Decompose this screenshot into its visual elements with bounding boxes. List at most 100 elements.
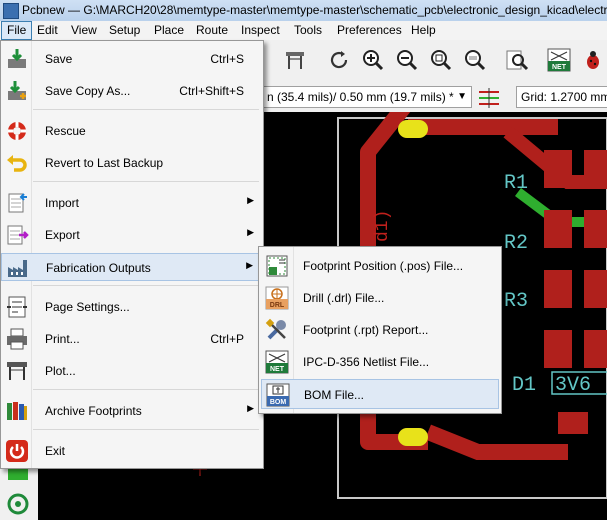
undo-arrow-icon	[5, 151, 29, 175]
menu-inspect[interactable]: Inspect	[236, 22, 285, 39]
menu-place[interactable]: Place	[149, 22, 189, 39]
printer-icon	[5, 327, 29, 351]
power-icon	[5, 439, 29, 463]
archive-books-icon	[5, 399, 29, 423]
ref-r2: R2	[504, 232, 528, 255]
menu-bar: File Edit View Setup Place Route Inspect…	[0, 21, 607, 41]
submenu-item-report[interactable]: Footprint (.rpt) Report...	[261, 315, 499, 345]
menu-item-label: Revert to Last Backup	[45, 156, 164, 170]
submenu-item-label: IPC-D-356 Netlist File...	[303, 355, 430, 369]
zoom-fit-icon[interactable]	[428, 47, 454, 73]
menu-edit[interactable]: Edit	[32, 22, 63, 39]
menu-item-shortcut: Ctrl+P	[210, 332, 244, 346]
menu-item-label: Rescue	[45, 124, 86, 138]
net-label: NET	[552, 64, 567, 71]
grid-value: Grid: 1.2700 mm	[521, 90, 607, 104]
menu-route[interactable]: Route	[191, 22, 233, 39]
menu-preferences[interactable]: Preferences	[332, 22, 407, 39]
submenu-item-label: Drill (.drl) File...	[303, 291, 385, 305]
track-width-value: n (35.4 mils)/ 0.50 mm (19.7 mils) *	[267, 90, 454, 104]
redraw-icon[interactable]	[326, 47, 352, 73]
menu-item-label: Save Copy As...	[45, 84, 131, 98]
netlist-icon[interactable]: NET	[546, 47, 572, 73]
submenu-item-ipc-netlist[interactable]: NET IPC-D-356 Netlist File...	[261, 347, 499, 377]
menu-item-label: Archive Footprints	[45, 404, 142, 418]
menu-item-label: Import	[45, 196, 80, 210]
menu-item-page-settings[interactable]: Page Settings...	[1, 293, 263, 321]
pad-top-left	[398, 120, 428, 138]
menu-separator	[33, 181, 259, 182]
drill-file-icon: DRL	[265, 286, 289, 310]
submenu-item-label: BOM File...	[304, 388, 365, 402]
menu-separator	[33, 429, 259, 430]
menu-item-label: Page Settings...	[45, 300, 130, 314]
menu-item-save-copy-as[interactable]: Save Copy As... Ctrl+Shift+S	[1, 77, 263, 105]
submenu-item-bom-file[interactable]: BOM BOM File...	[261, 379, 499, 409]
ref-vertical: d1)	[373, 210, 393, 242]
menu-item-print[interactable]: Print... Ctrl+P	[1, 325, 263, 353]
menu-item-rescue[interactable]: Rescue	[1, 117, 263, 145]
window-title: Pcbnew — G:\MARCH20\28\memtype-master\me…	[22, 3, 607, 17]
find-icon[interactable]	[504, 47, 530, 73]
menu-item-fabrication-outputs[interactable]: Fabrication Outputs ▶	[1, 253, 263, 281]
menu-item-label: Fabrication Outputs	[46, 261, 151, 275]
menu-item-shortcut: Ctrl+S	[210, 52, 244, 66]
zoom-selection-icon[interactable]	[462, 47, 488, 73]
menu-tools[interactable]: Tools	[289, 22, 327, 39]
ref-r1: R1	[504, 172, 528, 195]
bom-file-icon: BOM	[266, 383, 290, 407]
pad-k-4	[584, 330, 607, 368]
menu-view[interactable]: View	[66, 22, 102, 39]
factory-icon	[6, 256, 30, 280]
menu-item-label: Export	[45, 228, 80, 242]
plot-icon[interactable]	[282, 47, 308, 73]
menu-setup[interactable]: Setup	[104, 22, 145, 39]
menu-item-label: Print...	[45, 332, 80, 346]
title-bar: Pcbnew — G:\MARCH20\28\memtype-master\me…	[0, 0, 607, 22]
menu-item-exit[interactable]: Exit	[1, 437, 263, 465]
menu-item-plot[interactable]: Plot...	[1, 357, 263, 385]
page-settings-icon	[5, 295, 29, 319]
chevron-down-icon: ▼	[457, 91, 467, 102]
save-icon	[5, 47, 29, 71]
menu-item-export[interactable]: Export ▶	[1, 221, 263, 249]
pad-d-3	[544, 270, 572, 308]
drc-bug-icon[interactable]	[580, 47, 606, 73]
menu-item-label: Exit	[45, 444, 66, 458]
zoom-in-icon[interactable]	[360, 47, 386, 73]
pad-k-2	[584, 210, 607, 248]
submenu-item-drill-file[interactable]: DRL Drill (.drl) File...	[261, 283, 499, 313]
fabrication-outputs-submenu: Footprint Position (.pos) File... DRL Dr…	[258, 246, 502, 414]
menu-item-revert[interactable]: Revert to Last Backup	[1, 149, 263, 177]
import-icon	[5, 191, 29, 215]
pad-k-3	[584, 270, 607, 308]
polar-coords-icon[interactable]	[6, 492, 30, 516]
menu-file[interactable]: File	[1, 21, 33, 40]
pad-d-4	[544, 330, 572, 368]
pad-d-1	[544, 150, 572, 188]
tools-wrench-icon	[265, 318, 289, 342]
grid-select[interactable]: Grid: 1.2700 mm	[516, 86, 607, 108]
pad-k-1	[584, 150, 607, 188]
zoom-out-icon[interactable]	[394, 47, 420, 73]
menu-item-import[interactable]: Import ▶	[1, 189, 263, 217]
submenu-item-label: Footprint (.rpt) Report...	[303, 323, 429, 337]
menu-item-save[interactable]: Save Ctrl+S	[1, 45, 263, 73]
menu-item-shortcut: Ctrl+Shift+S	[179, 84, 244, 98]
lifebuoy-icon	[5, 119, 29, 143]
submenu-arrow-icon: ▶	[247, 227, 254, 237]
ref-r3: R3	[504, 290, 528, 313]
menu-help[interactable]: Help	[406, 22, 441, 39]
bom-label: BOM	[270, 399, 287, 406]
save-copy-icon	[5, 79, 29, 103]
track-via-size-icon[interactable]	[476, 84, 502, 110]
track-width-select[interactable]: n (35.4 mils)/ 0.50 mm (19.7 mils) * ▼	[262, 86, 472, 108]
netlist-file-icon: NET	[265, 350, 289, 374]
menu-separator	[33, 285, 259, 286]
menu-item-label: Plot...	[45, 364, 76, 378]
file-menu: Save Ctrl+S Save Copy As... Ctrl+Shift+S…	[0, 40, 264, 469]
ref-d1: D1	[512, 374, 536, 397]
submenu-item-position-file[interactable]: Footprint Position (.pos) File...	[261, 251, 499, 281]
drl-label: DRL	[270, 302, 285, 309]
menu-item-archive-footprints[interactable]: Archive Footprints ▶	[1, 397, 263, 425]
